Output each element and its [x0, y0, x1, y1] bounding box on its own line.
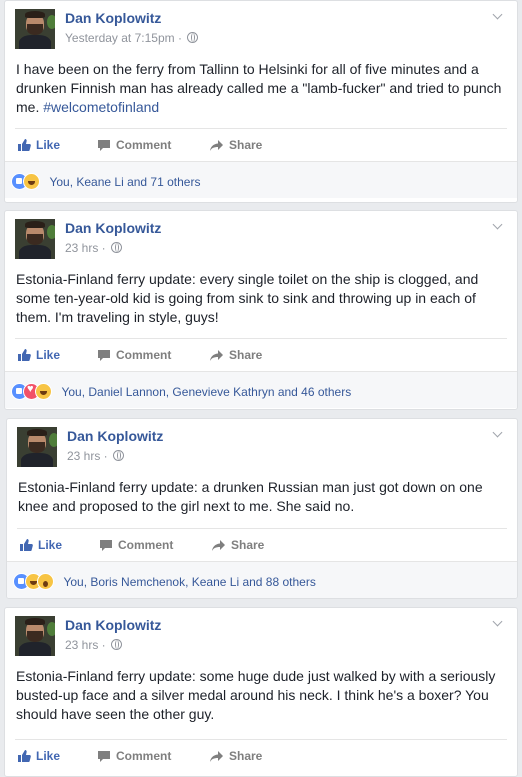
timestamp-text[interactable]: Yesterday at 7:15pm · [65, 31, 182, 45]
share-label: Share [231, 538, 265, 552]
haha-reaction-icon [23, 173, 40, 191]
reaction-summary[interactable]: You, Boris Nemchenok, Keane Li and 88 ot… [63, 575, 315, 589]
post-text: I have been on the ferry from Tallinn to… [16, 60, 507, 117]
comment-label: Comment [116, 138, 172, 152]
post-2: Dan Koplowitz 23 hrs · Estonia-Finland f… [4, 210, 518, 410]
share-button[interactable]: Share [211, 529, 264, 561]
reactions[interactable]: You, Keane Li and 71 others [11, 173, 200, 191]
post-3: Dan Koplowitz 23 hrs · Estonia-Finland f… [6, 418, 518, 599]
share-label: Share [229, 749, 263, 763]
comment-label: Comment [116, 749, 172, 763]
chevron-down-icon[interactable] [491, 219, 505, 233]
share-icon [212, 540, 225, 551]
like-button[interactable]: Like [19, 529, 62, 561]
post-4: Dan Koplowitz 23 hrs · Estonia-Finland f… [4, 607, 518, 777]
post-header: Dan Koplowitz 23 hrs · [15, 219, 509, 261]
reaction-summary[interactable]: You, Keane Li and 71 others [49, 175, 200, 189]
share-icon [210, 350, 223, 361]
timestamp-text[interactable]: 23 hrs · [65, 241, 106, 255]
reactions-bar: You, Boris Nemchenok, Keane Li and 88 ot… [7, 561, 517, 598]
post-actions: Like Comment Share [15, 128, 507, 161]
thumbs-up-icon [18, 750, 31, 762]
comment-icon [98, 751, 110, 762]
like-label: Like [38, 538, 63, 552]
comment-icon [98, 350, 110, 361]
post-actions: Like Comment Share [15, 739, 507, 772]
like-label: Like [36, 138, 61, 152]
comment-label: Comment [116, 348, 172, 362]
like-label: Like [36, 749, 61, 763]
post-text: Estonia-Finland ferry update: every sing… [16, 271, 479, 325]
comment-icon [100, 540, 112, 551]
post-actions: Like Comment Share [15, 338, 507, 371]
avatar[interactable] [15, 616, 55, 656]
share-icon [210, 751, 223, 762]
chevron-down-icon[interactable] [491, 616, 505, 630]
thumbs-up-icon [18, 139, 31, 151]
reactions[interactable]: You, Boris Nemchenok, Keane Li and 88 ot… [13, 573, 316, 591]
author-name[interactable]: Dan Koplowitz [65, 10, 161, 26]
like-button[interactable]: Like [17, 339, 60, 371]
author-name[interactable]: Dan Koplowitz [67, 428, 163, 444]
globe-icon [113, 450, 125, 461]
post-text: Estonia-Finland ferry update: a drunken … [18, 479, 483, 514]
reaction-summary[interactable]: You, Daniel Lannon, Genevieve Kathryn an… [61, 385, 351, 399]
comment-button[interactable]: Comment [97, 129, 171, 161]
author-name[interactable]: Dan Koplowitz [65, 220, 161, 236]
timestamp-text[interactable]: 23 hrs · [67, 449, 108, 463]
post-text: Estonia-Finland ferry update: some huge … [16, 668, 496, 722]
share-icon [210, 140, 223, 151]
comment-icon [98, 140, 110, 151]
post-timestamp: 23 hrs · [67, 449, 125, 463]
reactions[interactable]: You, Daniel Lannon, Genevieve Kathryn an… [11, 383, 351, 401]
reactions-bar: You, Daniel Lannon, Genevieve Kathryn an… [5, 371, 517, 408]
post-header: Dan Koplowitz Yesterday at 7:15pm · [15, 9, 509, 51]
post-1: Dan Koplowitz Yesterday at 7:15pm · I ha… [4, 0, 518, 203]
avatar[interactable] [15, 9, 55, 49]
post-header: Dan Koplowitz 23 hrs · [15, 616, 509, 658]
avatar[interactable] [17, 427, 57, 467]
comment-button[interactable]: Comment [97, 740, 171, 772]
post-header: Dan Koplowitz 23 hrs · [17, 427, 509, 469]
share-button[interactable]: Share [209, 339, 262, 371]
haha-reaction-icon [35, 383, 52, 401]
reactions-bar: You, Keane Li and 71 others [5, 161, 517, 198]
globe-icon [111, 639, 123, 650]
comment-button[interactable]: Comment [99, 529, 173, 561]
share-button[interactable]: Share [209, 740, 262, 772]
post-timestamp: 23 hrs · [65, 241, 123, 255]
chevron-down-icon[interactable] [491, 9, 505, 23]
hashtag-link[interactable]: #welcometofinland [43, 99, 159, 115]
like-button[interactable]: Like [17, 740, 60, 772]
post-timestamp: Yesterday at 7:15pm · [65, 31, 199, 45]
share-button[interactable]: Share [209, 129, 262, 161]
globe-icon [187, 32, 199, 43]
timestamp-text[interactable]: 23 hrs · [65, 638, 106, 652]
share-label: Share [229, 348, 263, 362]
post-timestamp: 23 hrs · [65, 638, 123, 652]
thumbs-up-icon [20, 539, 33, 551]
share-label: Share [229, 138, 263, 152]
like-label: Like [36, 348, 61, 362]
chevron-down-icon[interactable] [491, 427, 505, 441]
comment-button[interactable]: Comment [97, 339, 171, 371]
thumbs-up-icon [18, 349, 31, 361]
globe-icon [111, 242, 123, 253]
wow-reaction-icon [37, 573, 54, 591]
comment-label: Comment [118, 538, 174, 552]
post-actions: Like Comment Share [17, 528, 507, 561]
avatar[interactable] [15, 219, 55, 259]
like-button[interactable]: Like [17, 129, 60, 161]
author-name[interactable]: Dan Koplowitz [65, 617, 161, 633]
